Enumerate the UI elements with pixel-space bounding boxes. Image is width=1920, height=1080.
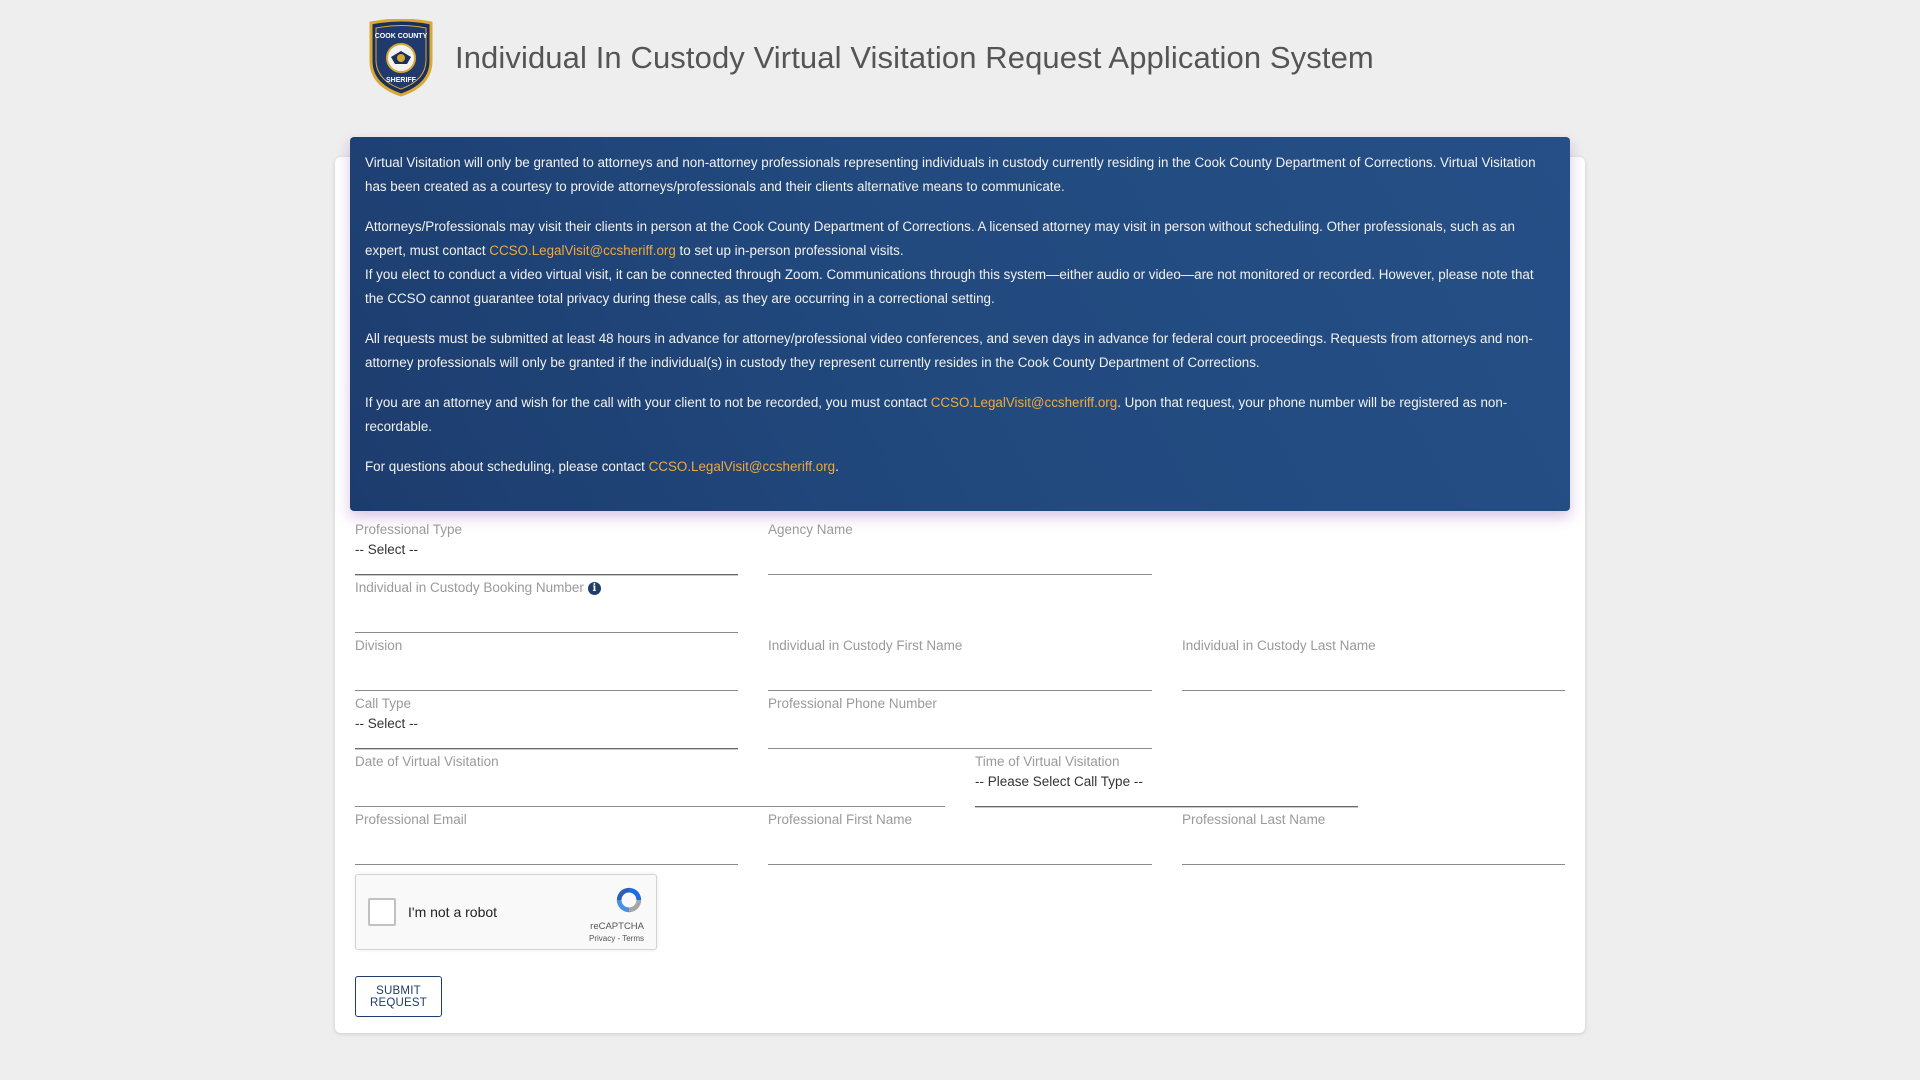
custody-first-name-input[interactable]: Individual in Custody First Name <box>768 630 1152 691</box>
notice-paragraph-2: Attorneys/Professionals may visit their … <box>365 215 1555 263</box>
call-type-select[interactable]: Call Type -- Select -- <box>355 688 738 749</box>
notice-paragraph-1: Virtual Visitation will only be granted … <box>365 155 1536 194</box>
custody-last-name-label: Individual in Custody Last Name <box>1182 638 1376 653</box>
legal-visit-email-link-3[interactable]: CCSO.LegalVisit@ccsheriff.org <box>649 459 836 474</box>
notice-paragraph-3: If you elect to conduct a video virtual … <box>365 267 1534 306</box>
recaptcha-brand: reCAPTCHA <box>590 921 644 932</box>
agency-name-input[interactable]: Agency Name <box>768 514 1152 575</box>
custody-first-name-label: Individual in Custody First Name <box>768 638 963 653</box>
notice-paragraph-6: For questions about scheduling, please c… <box>365 455 1555 479</box>
visit-time-label: Time of Virtual Visitation <box>975 754 1120 769</box>
professional-type-label: Professional Type <box>355 522 463 537</box>
legal-visit-email-link-1[interactable]: CCSO.LegalVisit@ccsheriff.org <box>489 243 676 258</box>
booking-number-input[interactable]: Individual in Custody Booking Number i <box>355 572 738 633</box>
agency-name-label: Agency Name <box>768 522 853 537</box>
recaptcha-icon <box>616 887 642 913</box>
division-input[interactable]: Division <box>355 630 738 691</box>
info-icon[interactable]: i <box>587 582 601 595</box>
recaptcha-label: I'm not a robot <box>408 904 498 920</box>
booking-number-label: Individual in Custody Booking Number i <box>355 580 601 595</box>
notice-panel: Virtual Visitation will only be granted … <box>350 137 1570 511</box>
visit-time-value: -- Please Select Call Type -- <box>975 774 1143 789</box>
notice-p2-text-end: to set up in-person professional visits. <box>675 243 904 258</box>
notice-p6-text-end: . <box>835 459 839 474</box>
phone-number-input[interactable]: Professional Phone Number <box>768 688 1152 749</box>
recaptcha-widget: I'm not a robot reCAPTCHA Privacy - Term… <box>355 874 657 950</box>
division-label: Division <box>355 638 403 653</box>
notice-p5-text: If you are an attorney and wish for the … <box>365 395 931 410</box>
professional-email-label: Professional Email <box>355 812 467 827</box>
professional-type-value: -- Select -- <box>355 542 419 557</box>
notice-p6-text: For questions about scheduling, please c… <box>365 459 649 474</box>
professional-email-input[interactable]: Professional Email <box>355 804 738 865</box>
logo-text-bottom: SHERIFF <box>386 77 417 84</box>
professional-last-name-input[interactable]: Professional Last Name <box>1182 804 1565 865</box>
legal-visit-email-link-2[interactable]: CCSO.LegalVisit@ccsheriff.org <box>931 395 1118 410</box>
recaptcha-terms-link[interactable]: Privacy - Terms <box>589 934 644 943</box>
call-type-value: -- Select -- <box>355 716 419 731</box>
visit-date-label: Date of Virtual Visitation <box>355 754 499 769</box>
professional-type-select[interactable]: Professional Type -- Select -- <box>355 514 738 575</box>
visit-time-select[interactable]: Time of Virtual Visitation -- Please Sel… <box>975 746 1358 807</box>
phone-number-label: Professional Phone Number <box>768 696 937 711</box>
sheriff-badge-logo: COOK COUNTY SHERIFF <box>369 19 433 97</box>
app-title: Individual In Custody Virtual Visitation… <box>455 40 1374 75</box>
page-header: COOK COUNTY SHERIFF Individual In Custod… <box>367 18 1374 98</box>
professional-first-name-label: Professional First Name <box>768 812 913 827</box>
custody-last-name-input[interactable]: Individual in Custody Last Name <box>1182 630 1565 691</box>
booking-number-label-text: Individual in Custody Booking Number <box>355 580 584 595</box>
professional-last-name-label: Professional Last Name <box>1182 812 1326 827</box>
notice-paragraph-5: If you are an attorney and wish for the … <box>365 391 1555 439</box>
visit-date-input[interactable]: Date of Virtual Visitation <box>355 746 945 807</box>
professional-first-name-input[interactable]: Professional First Name <box>768 804 1152 865</box>
recaptcha-checkbox[interactable] <box>368 898 396 926</box>
call-type-label: Call Type <box>355 696 412 711</box>
notice-paragraph-4: All requests must be submitted at least … <box>365 331 1533 370</box>
submit-request-button[interactable]: SUBMIT REQUEST <box>355 976 442 1017</box>
logo-text-top: COOK COUNTY <box>375 33 428 40</box>
